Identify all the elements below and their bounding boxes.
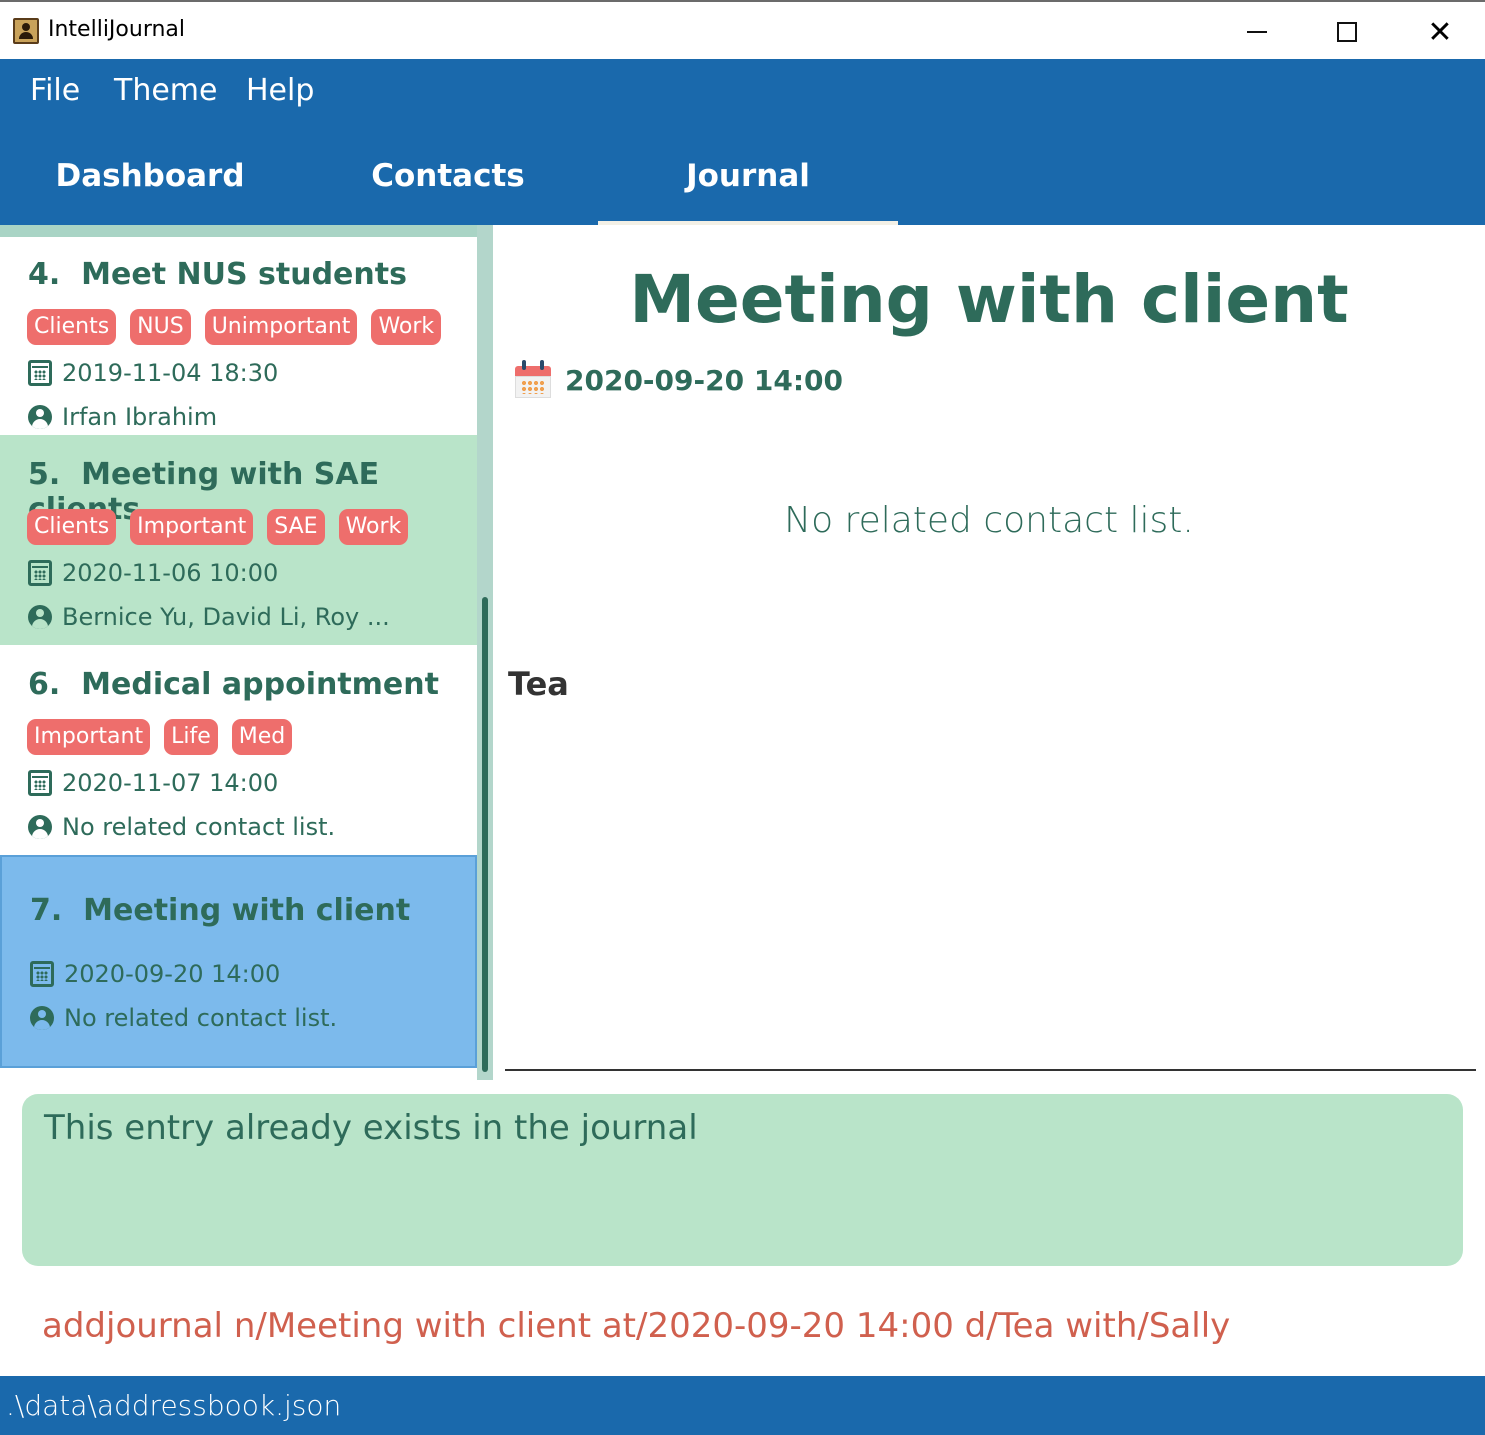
- list-scrollbar-thumb[interactable]: [482, 597, 488, 1072]
- journal-card-date: 2020-09-20 14:00: [30, 960, 280, 988]
- journal-card-title-text: Meet NUS students: [81, 257, 407, 292]
- menu-file[interactable]: File: [30, 73, 80, 108]
- journal-card-index: 5.: [28, 457, 61, 492]
- journal-card-index: 6.: [28, 667, 61, 702]
- command-input[interactable]: addjournal n/Meeting with client at/2020…: [42, 1306, 1230, 1346]
- journal-card-title-text: Meeting with client: [83, 893, 411, 928]
- window-title: IntelliJournal: [48, 17, 186, 42]
- journal-card-title-text: Medical appointment: [81, 667, 439, 702]
- journal-card-index: 4.: [28, 257, 61, 292]
- tag: Clients: [27, 509, 117, 545]
- journal-card[interactable]: 4. Meet NUS students Clients NUS Unimpor…: [0, 237, 477, 435]
- contacts-text: No related contact list.: [64, 1004, 338, 1032]
- user-icon: [28, 605, 52, 629]
- contacts-text: Irfan Ibrahim: [62, 403, 218, 431]
- journal-list[interactable]: 4. Meet NUS students Clients NUS Unimpor…: [0, 237, 477, 1080]
- app-icon: [13, 18, 39, 44]
- detail-date-text: 2020-09-20 14:00: [565, 363, 843, 397]
- journal-card-title: 6. Medical appointment: [28, 667, 439, 702]
- journal-card[interactable]: 5. Meeting with SAE clients Clients Impo…: [0, 435, 477, 645]
- journal-card-date: 2020-11-06 10:00: [28, 559, 278, 587]
- calendar-icon: [28, 360, 52, 386]
- detail-date: 2020-09-20 14:00: [515, 360, 843, 400]
- journal-detail-pane: Meeting with client 2020-09-20 14:00 No …: [493, 225, 1485, 1080]
- journal-card-contacts: No related contact list.: [28, 813, 335, 841]
- tag-list: Clients Important SAE Work: [27, 509, 409, 545]
- date-text: 2019-11-04 18:30: [62, 359, 279, 387]
- minimize-icon: [1247, 31, 1267, 33]
- menubar: File Theme Help Dashboard Contacts Journ…: [0, 59, 1485, 225]
- tag-list: Important Life Med: [27, 719, 293, 755]
- tag: Med: [231, 719, 293, 755]
- status-bar-filepath: .\data\addressbook.json: [0, 1376, 1485, 1435]
- tag: Important: [27, 719, 151, 755]
- journal-card-selected[interactable]: 7. Meeting with client 2020-09-20 14:00 …: [0, 855, 477, 1068]
- tag: SAE: [267, 509, 325, 545]
- journal-card-date: 2020-11-07 14:00: [28, 769, 278, 797]
- date-text: 2020-11-07 14:00: [62, 769, 279, 797]
- user-icon: [30, 1006, 54, 1030]
- tag: NUS: [130, 309, 191, 345]
- tag: Important: [130, 509, 254, 545]
- contacts-text: No related contact list.: [62, 813, 336, 841]
- detail-contacts: No related contact list.: [784, 500, 1194, 541]
- journal-card-contacts: No related contact list.: [30, 1004, 337, 1032]
- close-icon: ✕: [1427, 14, 1453, 50]
- detail-description: Tea: [508, 665, 569, 703]
- journal-card-title: 7. Meeting with client: [30, 893, 410, 928]
- tag-list: Clients NUS Unimportant Work: [27, 309, 442, 345]
- tag: Clients: [27, 309, 117, 345]
- calendar-icon: [28, 770, 52, 796]
- journal-card-date: 2019-11-04 18:30: [28, 359, 278, 387]
- journal-card-contacts: Irfan Ibrahim: [28, 403, 217, 431]
- calendar-icon: [30, 961, 54, 987]
- date-text: 2020-11-06 10:00: [62, 559, 279, 587]
- tab-contacts[interactable]: Contacts: [298, 154, 598, 225]
- window-titlebar: IntelliJournal ✕: [0, 0, 1485, 59]
- journal-card[interactable]: 6. Medical appointment Important Life Me…: [0, 645, 477, 855]
- result-display: This entry already exists in the journal: [22, 1094, 1463, 1266]
- user-icon: [28, 405, 52, 429]
- journal-card-title: 4. Meet NUS students: [28, 257, 407, 292]
- maximize-icon: [1337, 22, 1357, 42]
- calendar-icon: [515, 360, 551, 400]
- tag: Work: [371, 309, 442, 345]
- journal-card-index: 7.: [30, 893, 63, 928]
- date-text: 2020-09-20 14:00: [64, 960, 281, 988]
- menu-help[interactable]: Help: [246, 73, 314, 108]
- journal-list-pane: 4. Meet NUS students Clients NUS Unimpor…: [0, 225, 493, 1080]
- maximize-button[interactable]: [1302, 10, 1392, 54]
- tab-journal[interactable]: Journal: [598, 154, 898, 225]
- menu-theme[interactable]: Theme: [114, 73, 217, 108]
- tag: Life: [164, 719, 218, 755]
- close-button[interactable]: ✕: [1395, 10, 1485, 54]
- tag: Unimportant: [204, 309, 358, 345]
- detail-title: Meeting with client: [629, 261, 1349, 338]
- user-icon: [28, 815, 52, 839]
- tag: Work: [338, 509, 409, 545]
- contacts-text: Bernice Yu, David Li, Roy ...: [62, 603, 390, 631]
- calendar-icon: [28, 560, 52, 586]
- journal-card-contacts: Bernice Yu, David Li, Roy ...: [28, 603, 390, 631]
- divider: [505, 1069, 1476, 1071]
- minimize-button[interactable]: [1212, 10, 1302, 54]
- tab-dashboard[interactable]: Dashboard: [0, 154, 300, 225]
